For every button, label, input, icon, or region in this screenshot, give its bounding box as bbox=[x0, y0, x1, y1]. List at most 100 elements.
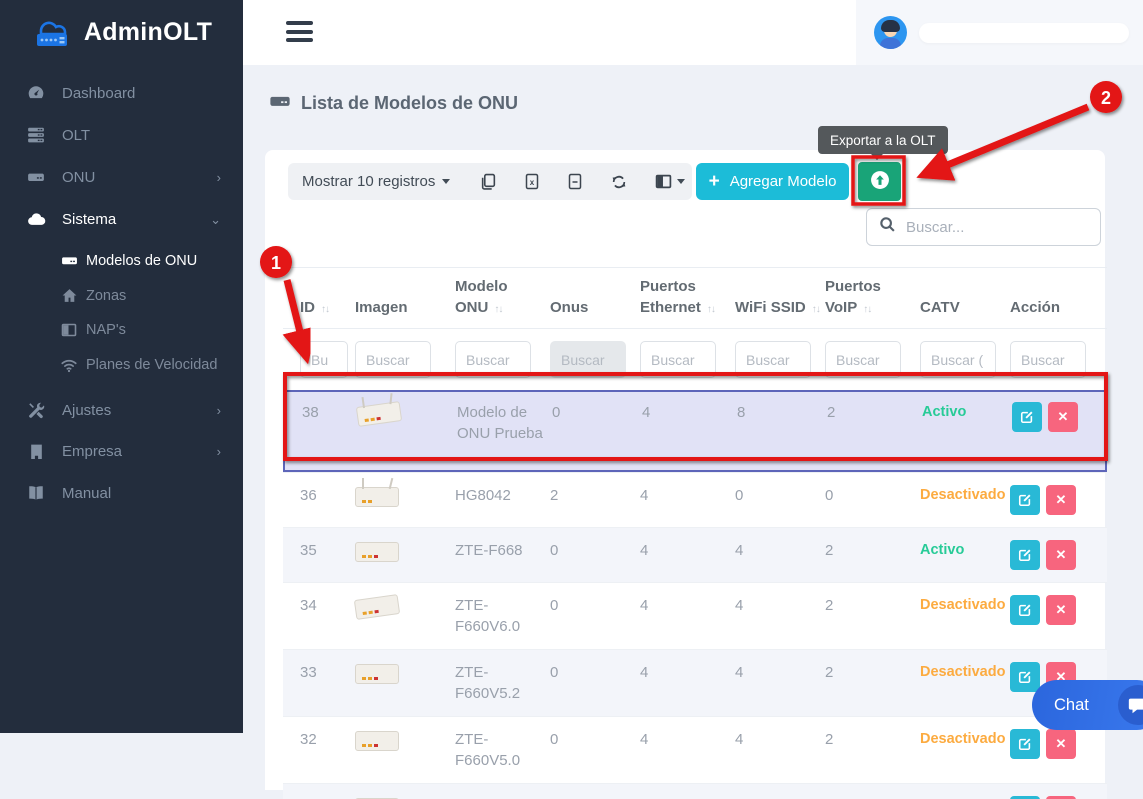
filter-input-voip[interactable] bbox=[825, 341, 901, 378]
table-row[interactable]: 31 ZTE-F660 0 4 4 2 Desactivado ✕ bbox=[283, 783, 1107, 799]
building-icon bbox=[26, 443, 46, 460]
show-records-dropdown[interactable]: Mostrar 10 registros bbox=[302, 173, 450, 190]
export-tooltip: Exportar a la OLT bbox=[818, 126, 948, 154]
col-header-modelo-onu[interactable]: Modelo ONU↑↓ bbox=[455, 276, 550, 318]
filter-input-imagen[interactable] bbox=[355, 341, 431, 378]
cell-modelo: HG8042 bbox=[455, 485, 550, 515]
cell-wifi: 8 bbox=[737, 402, 827, 444]
table-row[interactable]: 33 ZTE-F660V5.2 0 4 4 2 Desactivado ✕ bbox=[283, 649, 1107, 716]
filter-input-onus[interactable] bbox=[550, 341, 626, 378]
topbar bbox=[243, 0, 1143, 65]
onu-models-table: ID↑↓ Imagen Modelo ONU↑↓ Onus Puertos Et… bbox=[283, 267, 1107, 799]
sidebar-item-label: Zonas bbox=[86, 288, 126, 304]
edit-button[interactable] bbox=[1010, 485, 1040, 515]
edit-button[interactable] bbox=[1012, 402, 1042, 432]
table-row[interactable]: 38 Modelo de ONU Prueba 0 4 8 2 Activo ✕ bbox=[283, 390, 1107, 472]
sidebar-item-manual[interactable]: Manual bbox=[0, 472, 243, 514]
table-row[interactable]: 34 ZTE-F660V6.0 0 4 4 2 Desactivado ✕ bbox=[283, 582, 1107, 649]
filter-input-ethernet[interactable] bbox=[640, 341, 716, 378]
onu-device-icon bbox=[60, 252, 78, 269]
filter-input-modelo[interactable] bbox=[455, 341, 531, 378]
chevron-right-icon: › bbox=[217, 403, 221, 418]
cell-wifi: 0 bbox=[735, 485, 825, 515]
sidebar-item-planes-de-velocidad[interactable]: Planes de Velocidad bbox=[0, 347, 243, 383]
delete-button[interactable]: ✕ bbox=[1046, 595, 1076, 625]
cell-ethernet: 4 bbox=[640, 595, 735, 637]
delete-button[interactable]: ✕ bbox=[1046, 729, 1076, 759]
col-header-wifi-ssid[interactable]: WiFi SSID↑↓ bbox=[735, 297, 825, 318]
table-row[interactable]: 36 HG8042 2 4 0 0 Desactivado ✕ bbox=[283, 472, 1107, 527]
cloud-icon bbox=[26, 210, 46, 229]
export-to-olt-button[interactable] bbox=[858, 162, 901, 201]
cell-wifi: 4 bbox=[735, 540, 825, 570]
copy-icon[interactable] bbox=[480, 173, 497, 190]
edit-button[interactable] bbox=[1010, 729, 1040, 759]
brand-name: AdminOLT bbox=[84, 18, 212, 47]
cell-modelo: ZTE-F668 bbox=[455, 540, 550, 570]
sidebar-item-naps[interactable]: NAP's bbox=[0, 313, 243, 347]
filter-input-accion[interactable] bbox=[1010, 341, 1086, 378]
cell-actions: ✕ bbox=[1010, 485, 1107, 515]
col-header-puertos-ethernet[interactable]: Puertos Ethernet↑↓ bbox=[640, 276, 735, 318]
sidebar-item-label: Empresa bbox=[62, 443, 122, 460]
filter-input-catv[interactable] bbox=[920, 341, 996, 378]
sidebar-item-modelos-de-onu[interactable]: Modelos de ONU bbox=[0, 243, 243, 278]
col-header-puertos-voip[interactable]: Puertos VoIP↑↓ bbox=[825, 276, 920, 318]
sidebar-item-onu[interactable]: ONU › bbox=[0, 156, 243, 198]
onu-device-icon bbox=[26, 168, 46, 186]
table-row[interactable]: 35 ZTE-F668 0 4 4 2 Activo ✕ bbox=[283, 527, 1107, 582]
edit-button[interactable] bbox=[1010, 595, 1040, 625]
cell-ethernet: 4 bbox=[640, 485, 735, 515]
cell-id: 35 bbox=[300, 540, 355, 570]
book-icon bbox=[26, 484, 46, 502]
sidebar-item-label: Sistema bbox=[62, 211, 116, 228]
delete-button[interactable]: ✕ bbox=[1048, 402, 1078, 432]
cell-actions: ✕ bbox=[1010, 540, 1107, 570]
refresh-icon[interactable] bbox=[610, 173, 628, 191]
brand[interactable]: AdminOLT bbox=[0, 0, 243, 64]
col-header-id[interactable]: ID↑↓ bbox=[300, 297, 355, 318]
col-header-catv: CATV bbox=[920, 297, 1010, 318]
sidebar-item-label: Planes de Velocidad bbox=[86, 357, 217, 373]
sidebar-item-olt[interactable]: OLT bbox=[0, 114, 243, 156]
sidebar-item-empresa[interactable]: Empresa › bbox=[0, 431, 243, 472]
avatar[interactable] bbox=[874, 16, 907, 49]
edit-button[interactable] bbox=[1010, 540, 1040, 570]
file-icon[interactable] bbox=[567, 173, 583, 190]
onu-image bbox=[354, 594, 400, 620]
filter-input-wifi[interactable] bbox=[735, 341, 811, 378]
page-title: Lista de Modelos de ONU bbox=[269, 90, 518, 117]
cell-id: 32 bbox=[300, 729, 355, 771]
sort-icon: ↑↓ bbox=[812, 304, 820, 315]
cell-voip: 2 bbox=[825, 540, 920, 570]
search-input[interactable] bbox=[906, 219, 1105, 236]
onu-image bbox=[355, 664, 399, 684]
cell-actions: ✕ bbox=[1010, 729, 1107, 771]
sidebar-item-sistema[interactable]: Sistema ⌄ bbox=[0, 198, 243, 241]
chevron-right-icon: › bbox=[217, 444, 221, 459]
table-row[interactable]: 32 ZTE-F660V5.0 0 4 4 2 Desactivado ✕ bbox=[283, 716, 1107, 783]
sidebar-item-zonas[interactable]: Zonas bbox=[0, 278, 243, 313]
sidebar-item-dashboard[interactable]: Dashboard bbox=[0, 72, 243, 114]
edit-button[interactable] bbox=[1010, 662, 1040, 692]
show-records-label: Mostrar 10 registros bbox=[302, 173, 435, 190]
sort-icon: ↑↓ bbox=[321, 304, 329, 315]
sidebar-item-label: Dashboard bbox=[62, 85, 135, 102]
cell-id: 33 bbox=[300, 662, 355, 704]
cell-modelo: Modelo de ONU Prueba bbox=[457, 402, 552, 444]
delete-button[interactable]: ✕ bbox=[1046, 540, 1076, 570]
excel-icon[interactable]: x bbox=[524, 173, 540, 190]
upload-circle-icon bbox=[869, 169, 891, 194]
sidebar-item-ajustes[interactable]: Ajustes › bbox=[0, 389, 243, 431]
menu-toggle-icon[interactable] bbox=[286, 21, 313, 47]
columns-toggle-icon[interactable] bbox=[655, 173, 685, 190]
chat-launcher[interactable]: Chat bbox=[1032, 680, 1143, 730]
cell-wifi: 4 bbox=[735, 595, 825, 637]
adminolt-logo-icon bbox=[31, 15, 75, 49]
status-badge: Desactivado bbox=[920, 485, 1010, 515]
delete-button[interactable]: ✕ bbox=[1046, 485, 1076, 515]
filter-input-id[interactable] bbox=[300, 341, 348, 378]
cell-onus: 2 bbox=[550, 485, 640, 515]
add-model-button[interactable]: + Agregar Modelo bbox=[696, 163, 849, 200]
table-card: Mostrar 10 registros x bbox=[265, 150, 1105, 790]
